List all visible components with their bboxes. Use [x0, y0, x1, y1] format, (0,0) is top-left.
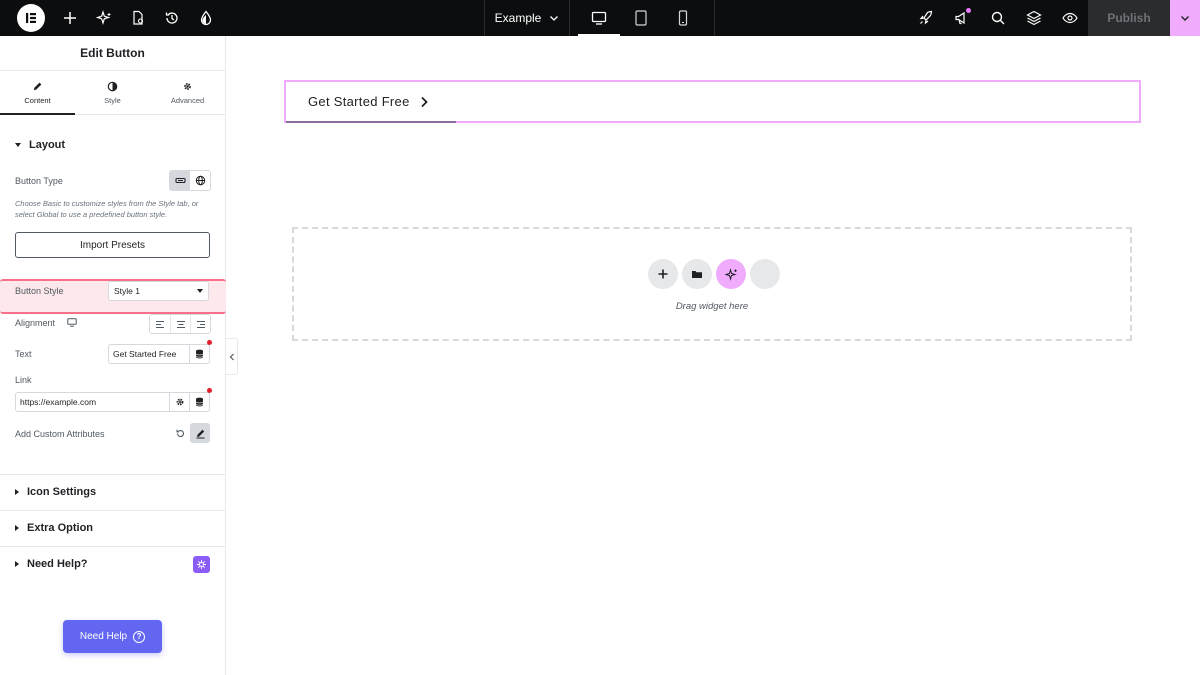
alignment-label: Alignment — [15, 318, 56, 328]
dynamic-tags-database-icon[interactable] — [189, 388, 212, 411]
top-bar: Example Publish — [0, 0, 1200, 36]
align-left-icon[interactable] — [150, 315, 170, 333]
section-layout-toggle[interactable]: Layout — [0, 127, 226, 163]
section-icon-settings-toggle[interactable]: Icon Settings — [0, 474, 226, 510]
chevron-right-icon — [420, 96, 428, 107]
device-switcher — [578, 0, 715, 36]
tab-label: Advanced — [170, 95, 205, 105]
panel-collapse-handle[interactable] — [226, 338, 238, 375]
empty-action-button[interactable] — [750, 259, 780, 289]
link-options-gear-icon[interactable] — [169, 393, 189, 411]
chevron-left-icon — [229, 353, 234, 360]
site-settings-drop-icon[interactable] — [189, 0, 223, 36]
panel-tabs: Content Style Advanced — [0, 71, 225, 115]
page-settings-icon[interactable] — [121, 0, 155, 36]
align-center-icon[interactable] — [170, 315, 190, 333]
tablet-view-icon[interactable] — [620, 0, 662, 36]
caret-right-icon — [15, 489, 19, 495]
widget-drop-zone[interactable]: Drag widget here — [292, 227, 1132, 341]
button-style-select[interactable]: Style 1 — [108, 281, 209, 301]
button-style-label: Button Style — [15, 286, 64, 296]
template-library-folder-icon[interactable] — [682, 259, 712, 289]
ai-generate-sparkle-icon[interactable] — [716, 259, 746, 289]
text-field-value: Get Started Free — [113, 349, 177, 359]
pencil-icon — [33, 82, 42, 90]
need-help-button[interactable]: Need Help ? — [63, 620, 162, 653]
tab-label: Content — [24, 95, 51, 105]
import-presets-button[interactable]: Import Presets — [15, 232, 210, 258]
section-need-help-title: Need Help? — [27, 558, 88, 570]
link-label: Link — [15, 375, 32, 385]
publish-button[interactable]: Publish — [1088, 0, 1170, 36]
tab-style[interactable]: Style — [75, 71, 150, 114]
top-bar-center: Example — [484, 0, 715, 36]
button-basic-icon — [174, 177, 186, 184]
preview-eye-icon[interactable] — [1052, 0, 1088, 36]
text-field[interactable]: Get Started Free — [108, 340, 212, 364]
publish-options-chevron-icon[interactable] — [1170, 0, 1200, 36]
gear-icon — [184, 82, 191, 90]
question-mark-icon: ? — [133, 630, 146, 643]
caret-right-icon — [15, 525, 19, 531]
half-circle-icon — [107, 81, 118, 91]
section-extra-option-toggle[interactable]: Extra Option — [0, 510, 226, 546]
section-extra-option-title: Extra Option — [27, 522, 94, 534]
notification-dot — [966, 8, 971, 13]
button-type-basic[interactable] — [170, 171, 190, 190]
layers-icon[interactable] — [1016, 0, 1052, 36]
section-layout-title: Layout — [29, 139, 66, 151]
add-element-icon[interactable] — [53, 0, 87, 36]
button-style-value: Style 1 — [114, 286, 140, 296]
drop-zone-actions — [648, 259, 780, 289]
panel-title: Edit Button — [0, 36, 225, 71]
dynamic-tags-database-icon[interactable] — [189, 340, 212, 363]
align-right-icon[interactable] — [190, 315, 210, 333]
top-bar-left — [0, 0, 223, 36]
elementor-logo-icon[interactable] — [17, 4, 45, 32]
mobile-view-icon[interactable] — [662, 0, 704, 36]
history-icon[interactable] — [155, 0, 189, 36]
rocket-icon[interactable] — [908, 0, 944, 36]
link-field[interactable]: https://example.com — [15, 388, 212, 412]
edit-attributes-pencil-icon[interactable] — [190, 423, 210, 443]
chevron-down-icon — [197, 289, 203, 293]
top-bar-right — [908, 0, 1088, 36]
ai-assistant-badge-icon[interactable] — [193, 556, 210, 573]
add-section-plus-icon[interactable] — [648, 259, 678, 289]
tab-label: Style — [104, 95, 121, 105]
need-help-label: Need Help — [79, 631, 128, 642]
document-name: Example — [494, 11, 542, 25]
tab-content[interactable]: Content — [0, 71, 75, 115]
document-switcher[interactable]: Example — [484, 0, 570, 36]
responsive-desktop-icon[interactable] — [67, 318, 77, 327]
selected-button-widget[interactable]: Get Started Free — [284, 80, 1141, 123]
caret-right-icon — [15, 561, 19, 567]
desktop-view-icon[interactable] — [578, 0, 620, 36]
dynamic-indicator-dot — [207, 340, 212, 345]
search-icon[interactable] — [980, 0, 1016, 36]
button-preview-text: Get Started Free — [308, 94, 410, 109]
announcements-megaphone-icon[interactable] — [944, 0, 980, 36]
button-type-help-text: Choose Basic to customize styles from th… — [15, 199, 199, 219]
button-type-toggle — [169, 170, 211, 191]
dynamic-indicator-dot — [207, 388, 212, 393]
ai-sparkle-icon[interactable] — [87, 0, 121, 36]
button-type-global[interactable] — [190, 171, 210, 190]
section-icon-settings-title: Icon Settings — [27, 486, 97, 498]
reset-icon[interactable] — [175, 428, 186, 439]
text-label: Text — [15, 349, 32, 359]
button-type-label: Button Type — [15, 176, 63, 186]
drop-zone-text: Drag widget here — [675, 301, 749, 312]
alignment-toggle — [149, 314, 211, 334]
tab-advanced[interactable]: Advanced — [150, 71, 225, 114]
link-field-value: https://example.com — [20, 397, 97, 407]
button-preview[interactable]: Get Started Free — [286, 82, 456, 123]
chevron-down-icon — [550, 16, 559, 21]
custom-attributes-label: Add Custom Attributes — [15, 429, 105, 439]
globe-icon — [195, 175, 205, 186]
caret-down-icon — [15, 143, 21, 147]
